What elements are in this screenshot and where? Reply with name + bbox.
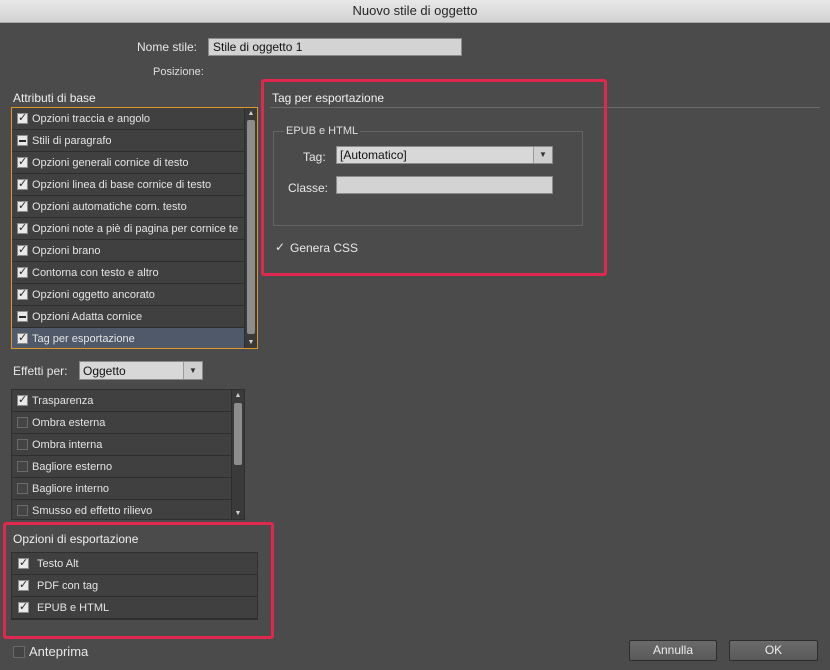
effects-for-value: Oggetto [83,364,126,378]
basic-attribute-item-label: Tag per esportazione [32,332,135,345]
checkmark-icon[interactable]: ✓ [17,245,28,256]
checkbox-icon[interactable] [17,461,28,472]
basic-attributes-list: ✓ Opzioni traccia e angolo Stili di paragr… [11,107,258,349]
effect-item-label: Ombra interna [32,438,103,451]
basic-attribute-item-label: Stili di paragrafo [32,134,112,147]
basic-attributes-title: Attributi di base [13,91,96,105]
basic-attribute-item[interactable]: Stili di paragrafo [12,130,244,152]
scroll-thumb[interactable] [234,403,242,465]
effect-item[interactable]: Bagliore interno [12,478,231,500]
basic-attribute-item[interactable]: ✓ Opzioni traccia e angolo [12,108,244,130]
effect-item[interactable]: Bagliore esterno [12,456,231,478]
effect-item-label: Ombra esterna [32,416,106,429]
mixed-state-icon[interactable] [17,135,28,146]
checkmark-icon[interactable]: ✓ [17,333,28,344]
basic-attribute-item-label: Opzioni oggetto ancorato [32,288,155,301]
effect-item-label: Bagliore esterno [32,460,113,473]
style-name-label: Nome stile: [137,40,198,54]
effects-scrollbar[interactable]: ▲ ▼ [231,390,244,519]
preview-label: Anteprima [29,644,89,659]
cancel-button[interactable]: Annulla [629,640,717,661]
preview-checkbox-box [13,645,25,658]
basic-attribute-item[interactable]: ✓ Opzioni generali cornice di testo [12,152,244,174]
checkmark-icon[interactable]: ✓ [17,179,28,190]
style-name-input[interactable]: Stile di oggetto 1 [208,38,462,56]
checkmark-icon[interactable]: ✓ [17,113,28,124]
preview-checkbox[interactable]: Anteprima [13,644,88,659]
checkmark-icon[interactable]: ✓ [17,289,28,300]
checkmark-icon[interactable]: ✓ [17,395,28,406]
checkmark-icon[interactable]: ✓ [17,157,28,168]
basic-attribute-item-label: Contorna con testo e altro [32,266,159,279]
basic-attribute-item[interactable]: ✓ Opzioni note a piè di pagina per cornic… [12,218,244,240]
basic-attribute-item-label: Opzioni linea di base cornice di testo [32,178,212,191]
basic-attribute-item-label: Opzioni traccia e angolo [32,112,151,125]
basic-attribute-item-label: Opzioni note a piè di pagina per cornice… [32,222,239,235]
basic-attributes-scrollbar[interactable]: ▲ ▼ [244,108,257,348]
basic-attribute-item-label: Opzioni generali cornice di testo [32,156,189,169]
checkmark-icon[interactable]: ✓ [17,267,28,278]
effect-item[interactable]: Smusso ed effetto rilievo [12,500,231,519]
scroll-thumb[interactable] [247,120,255,334]
effect-item-label: Bagliore interno [32,482,110,495]
basic-attribute-item-label: Opzioni Adatta cornice [32,310,143,323]
basic-attribute-item[interactable]: ✓ Contorna con testo e altro [12,262,244,284]
checkbox-icon[interactable] [17,417,28,428]
position-label: Posizione: [153,66,204,78]
effect-item-label: Trasparenza [32,394,94,407]
window-title: Nuovo stile di oggetto [0,0,830,23]
effects-for-select[interactable]: Oggetto ▼ [79,361,203,380]
checkbox-icon[interactable] [17,505,28,516]
basic-attribute-item[interactable]: ✓ Tag per esportazione [12,328,244,348]
basic-attribute-item-label: Opzioni automatiche corn. testo [32,200,187,213]
checkmark-icon[interactable]: ✓ [17,223,28,234]
basic-attribute-item-label: Opzioni brano [32,244,101,257]
effects-list: ✓ Trasparenza Ombra esterna Ombra interna Ba… [11,389,245,520]
chevron-down-icon: ▼ [183,362,202,379]
basic-attribute-item[interactable]: ✓ Opzioni oggetto ancorato [12,284,244,306]
basic-attribute-item[interactable]: Opzioni Adatta cornice [12,306,244,328]
checkbox-icon[interactable] [17,483,28,494]
effect-item-label: Smusso ed effetto rilievo [32,504,153,517]
basic-attribute-item[interactable]: ✓ Opzioni automatiche corn. testo [12,196,244,218]
effect-item[interactable]: Ombra interna [12,434,231,456]
mixed-state-icon[interactable] [17,311,28,322]
effect-item[interactable]: ✓ Trasparenza [12,390,231,412]
basic-attribute-item[interactable]: ✓ Opzioni linea di base cornice di testo [12,174,244,196]
basic-attribute-item[interactable]: ✓ Opzioni brano [12,240,244,262]
checkbox-icon[interactable] [17,439,28,450]
ok-button[interactable]: OK [729,640,818,661]
export-tags-highlight [261,79,607,276]
effect-item[interactable]: Ombra esterna [12,412,231,434]
checkmark-icon[interactable]: ✓ [17,201,28,212]
export-options-highlight [3,522,274,639]
effects-for-label: Effetti per: [13,364,68,378]
